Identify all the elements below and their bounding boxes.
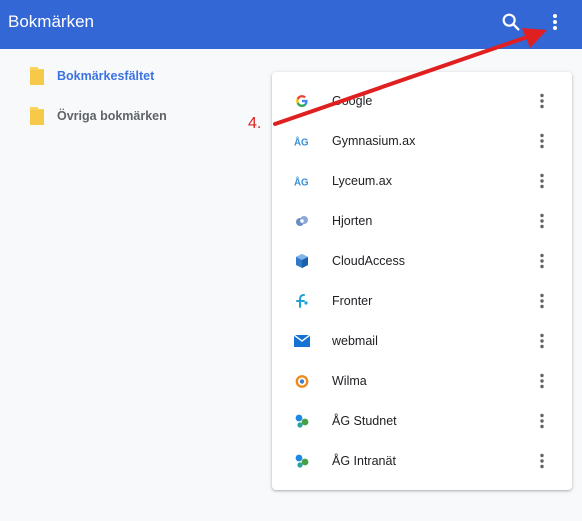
bookmark-row-ag-intranat[interactable]: ÅG Intranät [272, 441, 572, 481]
svg-text:ÅG: ÅG [294, 137, 309, 147]
annotation-label: 4. [248, 115, 262, 132]
more-vert-icon[interactable] [534, 331, 550, 351]
sidebar-item-bokmarkesfaltet[interactable]: Bokmärkesfältet [28, 64, 248, 88]
bookmark-row-gymnasium[interactable]: ÅG Gymnasium.ax [272, 121, 572, 161]
wilma-icon [294, 373, 310, 389]
bookmark-row-fronter[interactable]: Fronter [272, 281, 572, 321]
bookmark-title: Hjorten [332, 214, 373, 228]
cloudaccess-icon [294, 253, 310, 269]
bookmark-title: Fronter [332, 294, 373, 308]
bookmark-row-wilma[interactable]: Wilma [272, 361, 572, 401]
more-vert-icon[interactable] [534, 171, 550, 191]
bookmark-title: CloudAccess [332, 254, 405, 268]
more-vert-icon[interactable] [534, 91, 550, 111]
bookmark-row-lyceum[interactable]: ÅG Lyceum.ax [272, 161, 572, 201]
sidebar-item-label: Övriga bokmärken [57, 109, 167, 123]
bookmark-list: Google ÅG Gymnasium.ax ÅG Lyceum.ax Hjor… [272, 72, 572, 490]
bookmark-title: Wilma [332, 374, 367, 388]
mail-icon [294, 333, 310, 349]
sidebar-item-ovriga-bokmarken[interactable]: Övriga bokmärken [28, 104, 248, 128]
ag-icon: ÅG [294, 173, 310, 189]
search-icon[interactable] [500, 11, 522, 33]
more-vert-icon[interactable] [534, 371, 550, 391]
folder-icon [30, 67, 44, 85]
bookmark-title: webmail [332, 334, 378, 348]
app-header: Bokmärken [0, 0, 582, 49]
more-vert-icon[interactable] [534, 211, 550, 231]
bookmark-title: Lyceum.ax [332, 174, 392, 188]
hjorten-icon [294, 213, 310, 229]
bookmark-row-webmail[interactable]: webmail [272, 321, 572, 361]
bookmark-title: Google [332, 94, 373, 108]
more-vert-icon[interactable] [534, 451, 550, 471]
bookmark-title: Gymnasium.ax [332, 134, 416, 148]
bookmark-row-google[interactable]: Google [272, 81, 572, 121]
more-vert-icon[interactable] [534, 291, 550, 311]
folder-icon [30, 107, 44, 125]
more-vert-icon[interactable] [534, 411, 550, 431]
studnet-icon [294, 413, 310, 429]
bookmark-row-hjorten[interactable]: Hjorten [272, 201, 572, 241]
more-vert-icon[interactable] [534, 131, 550, 151]
page-title: Bokmärken [8, 12, 94, 31]
intranet-icon [294, 453, 310, 469]
bookmark-title: ÅG Intranät [332, 454, 396, 468]
bookmark-title: ÅG Studnet [332, 414, 397, 428]
bookmark-row-ag-studnet[interactable]: ÅG Studnet [272, 401, 572, 441]
bookmark-row-cloudaccess[interactable]: CloudAccess [272, 241, 572, 281]
more-vert-icon[interactable] [534, 251, 550, 271]
sidebar-item-label: Bokmärkesfältet [57, 69, 155, 83]
google-icon [294, 93, 310, 109]
more-vert-icon[interactable] [544, 10, 566, 34]
svg-text:ÅG: ÅG [294, 177, 309, 187]
ag-icon: ÅG [294, 133, 310, 149]
fronter-icon [294, 293, 310, 309]
